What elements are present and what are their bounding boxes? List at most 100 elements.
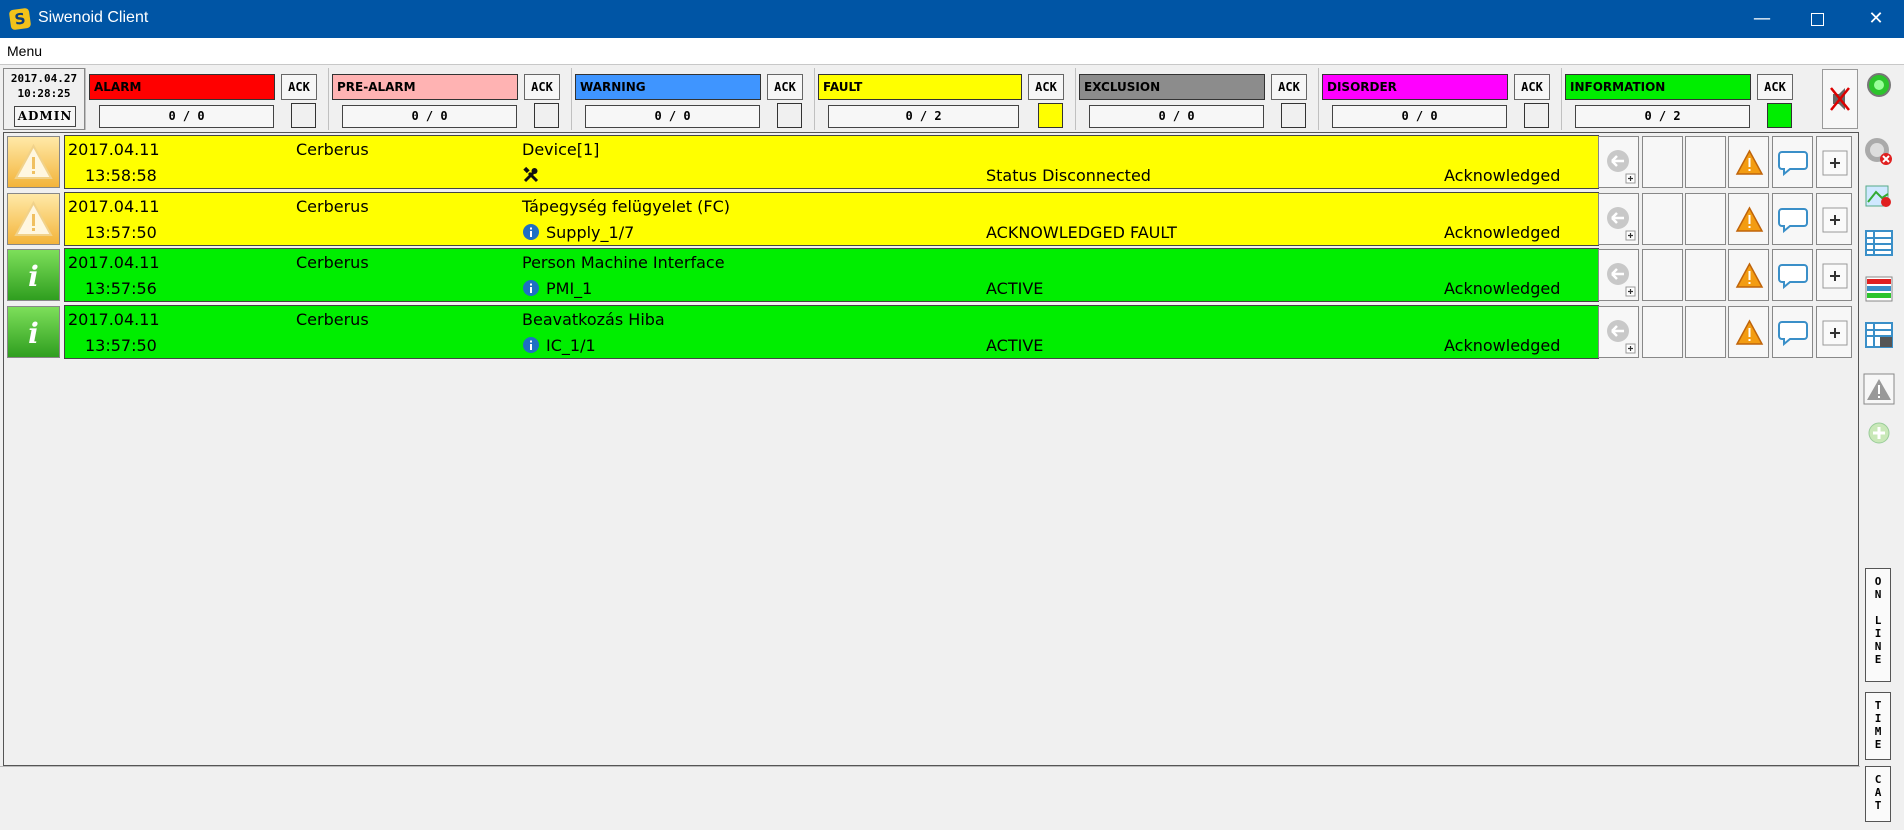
ack-button[interactable]: ACK xyxy=(1757,74,1793,100)
category-label: PRE-ALARM xyxy=(332,74,518,100)
ack-button[interactable]: ACK xyxy=(524,74,560,100)
tab-letter: C xyxy=(1874,773,1882,786)
ack-button[interactable]: ACK xyxy=(1028,74,1064,100)
info-icon xyxy=(522,223,540,241)
ack-button[interactable]: ACK xyxy=(281,74,317,100)
window-title: Siwenoid Client xyxy=(38,9,149,26)
tab-letter: E xyxy=(1874,738,1882,751)
ack-button[interactable]: ACK xyxy=(1271,74,1307,100)
tab-letter: A xyxy=(1874,786,1882,799)
comment-button[interactable] xyxy=(1772,249,1813,301)
fault-warning-icon xyxy=(7,136,60,188)
current-date: 2017.04.27 xyxy=(10,72,78,85)
warning-filter-icon[interactable] xyxy=(1862,372,1896,406)
category-indicator[interactable] xyxy=(1038,103,1063,128)
empty-slot-button[interactable] xyxy=(1642,249,1683,301)
event-time: 13:57:50 xyxy=(85,335,157,355)
information-icon: i xyxy=(7,305,60,358)
fault-warning-icon xyxy=(7,192,60,245)
warning-icon xyxy=(1729,318,1770,363)
event-detail: IC_1/1 xyxy=(522,336,596,355)
empty-slot-button[interactable] xyxy=(1642,136,1683,188)
category-indicator[interactable] xyxy=(1767,103,1792,128)
cat-tab[interactable]: CAT xyxy=(1865,766,1891,822)
empty-slot-button[interactable] xyxy=(1685,249,1726,301)
user-button[interactable]: ADMIN xyxy=(14,106,76,127)
expand-button[interactable] xyxy=(1816,305,1852,358)
category-fault: FAULT ACK 0 / 2 xyxy=(814,68,1075,130)
event-date: 2017.04.11 xyxy=(68,253,160,272)
expand-button[interactable] xyxy=(1816,136,1852,188)
event-detail: Supply_1/7 xyxy=(522,223,634,242)
back-arrow-icon xyxy=(1599,150,1640,193)
category-count: 0 / 2 xyxy=(1575,105,1750,128)
event-time: 13:57:50 xyxy=(85,222,157,242)
plus-icon xyxy=(1817,320,1853,363)
empty-slot-button[interactable] xyxy=(1685,305,1726,358)
warning-button[interactable] xyxy=(1728,192,1769,245)
category-indicator[interactable] xyxy=(1281,103,1306,128)
add-icon[interactable] xyxy=(1862,416,1896,450)
comment-button[interactable] xyxy=(1772,305,1813,358)
back-button[interactable] xyxy=(1598,249,1639,301)
warning-button[interactable] xyxy=(1728,136,1769,188)
expand-button[interactable] xyxy=(1816,192,1852,245)
ack-button[interactable]: ACK xyxy=(767,74,803,100)
event-row[interactable]: i 2017.04.11 13:57:50 Cerberus Beavatkozás H… xyxy=(5,304,1858,359)
empty-slot-button[interactable] xyxy=(1685,136,1726,188)
comment-button[interactable] xyxy=(1772,136,1813,188)
event-date: 2017.04.11 xyxy=(68,309,160,329)
event-list-icon[interactable] xyxy=(1862,226,1896,260)
event-ack-state: Acknowledged xyxy=(1444,279,1561,298)
event-row[interactable]: i 2017.04.11 13:57:56 Cerberus Person Machin… xyxy=(5,248,1858,302)
back-button[interactable] xyxy=(1598,192,1639,245)
tab-letter: M xyxy=(1874,725,1882,738)
svg-text:i: i xyxy=(28,317,39,350)
event-row[interactable]: 2017.04.11 13:57:50 Cerberus Tápegység felü… xyxy=(5,191,1858,246)
silence-button[interactable] xyxy=(1822,69,1858,129)
empty-slot-button[interactable] xyxy=(1642,192,1683,245)
back-button[interactable] xyxy=(1598,305,1639,358)
event-body[interactable]: 2017.04.11 13:57:50 Cerberus Tápegység felü… xyxy=(64,191,1599,246)
warning-button[interactable] xyxy=(1728,249,1769,301)
event-source: Cerberus xyxy=(296,196,369,216)
event-body[interactable]: 2017.04.11 13:57:56 Cerberus Person Machine… xyxy=(64,248,1599,302)
app-logo-icon: S xyxy=(8,7,32,31)
event-list: 2017.04.11 13:58:58 Cerberus Device[1] Statu… xyxy=(3,132,1859,766)
tab-letter: N xyxy=(1874,588,1882,601)
disconnect-icon[interactable] xyxy=(1862,134,1896,168)
event-source: Cerberus xyxy=(296,309,369,329)
colored-list-icon[interactable] xyxy=(1862,272,1896,306)
category-alarm: ALARM ACK 0 / 0 xyxy=(85,68,328,130)
time-tab[interactable]: TIME xyxy=(1865,692,1891,760)
category-label: ALARM xyxy=(89,74,275,100)
current-time: 10:28:25 xyxy=(17,87,71,100)
maximize-button[interactable] xyxy=(1789,0,1845,38)
warning-button[interactable] xyxy=(1728,305,1769,358)
comment-button[interactable] xyxy=(1772,192,1813,245)
save-list-icon[interactable] xyxy=(1862,318,1896,352)
menu-button[interactable]: Menu xyxy=(7,43,42,59)
event-body[interactable]: 2017.04.11 13:57:50 Cerberus Beavatkozás Hi… xyxy=(64,304,1599,359)
back-arrow-icon xyxy=(1599,263,1640,306)
back-arrow-icon xyxy=(1599,206,1640,250)
category-label: INFORMATION xyxy=(1565,74,1751,100)
map-pin-icon[interactable] xyxy=(1862,180,1896,214)
info-icon xyxy=(522,336,540,354)
category-count: 0 / 0 xyxy=(1332,105,1507,128)
empty-slot-button[interactable] xyxy=(1642,305,1683,358)
category-pre-alarm: PRE-ALARM ACK 0 / 0 xyxy=(328,68,571,130)
ack-button[interactable]: ACK xyxy=(1514,74,1550,100)
category-indicator[interactable] xyxy=(534,103,559,128)
back-button[interactable] xyxy=(1598,136,1639,188)
event-body[interactable]: 2017.04.11 13:58:58 Cerberus Device[1] Statu… xyxy=(64,135,1599,189)
category-indicator[interactable] xyxy=(777,103,802,128)
empty-slot-button[interactable] xyxy=(1685,192,1726,245)
event-row[interactable]: 2017.04.11 13:58:58 Cerberus Device[1] Statu… xyxy=(5,135,1858,189)
category-indicator[interactable] xyxy=(1524,103,1549,128)
category-indicator[interactable] xyxy=(291,103,316,128)
minimize-button[interactable]: — xyxy=(1734,0,1790,38)
online-tab[interactable]: ON LINE xyxy=(1865,568,1891,682)
expand-button[interactable] xyxy=(1816,249,1852,301)
close-button[interactable]: ✕ xyxy=(1848,0,1904,38)
